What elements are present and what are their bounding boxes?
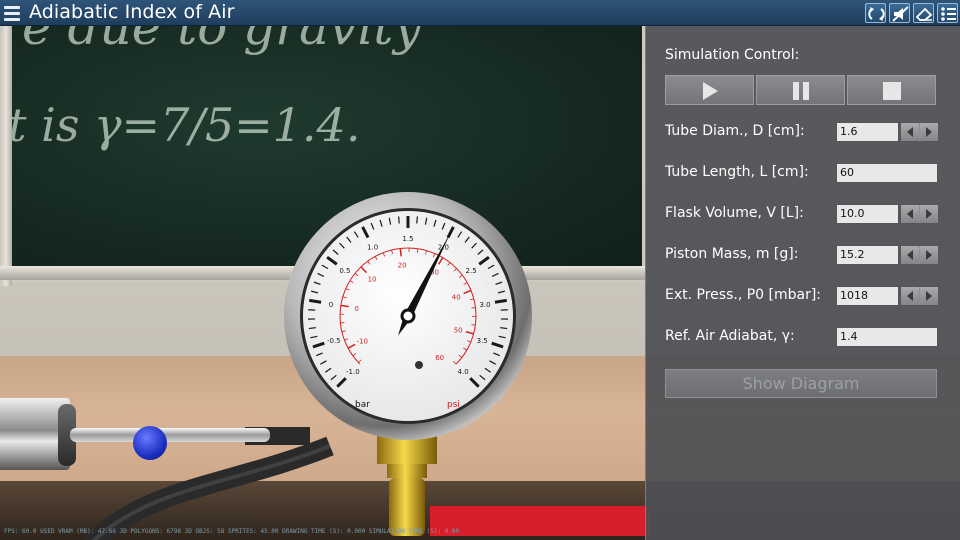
settings-list-icon[interactable] [937, 3, 958, 23]
simulation-control-label: Simulation Control: [665, 47, 800, 63]
psi-tick-label: 10 [368, 275, 377, 283]
gauge-stop-pin [415, 361, 423, 369]
external-pressure-increment[interactable] [920, 287, 938, 305]
reference-adiabat-input[interactable]: 1.4 [836, 327, 938, 347]
gauge-hub [400, 308, 416, 324]
title-bar: Adiabatic Index of Air [0, 0, 960, 26]
chalk-text-line-1: e due to gravity [22, 26, 422, 56]
tube-length-input[interactable]: 60 [836, 163, 938, 183]
play-icon [703, 82, 718, 100]
psi-tick-label: -10 [356, 338, 367, 346]
psi-tick-label: 60 [435, 354, 444, 362]
psi-tick-label: 40 [452, 293, 461, 301]
bar-tick-label: 3.5 [477, 337, 488, 345]
stop-icon [883, 82, 901, 100]
bar-tick [416, 216, 419, 224]
app-title: Adiabatic Index of Air [29, 1, 235, 23]
psi-tick [399, 248, 402, 257]
eraser-icon[interactable] [913, 3, 934, 23]
gauge-brass-fitting [377, 432, 437, 536]
psi-unit-label: psi [447, 400, 460, 410]
piston-mass-label: Piston Mass, m [g]: [665, 246, 799, 262]
control-panel: Simulation Control: Tube Diam., D [cm]: … [645, 26, 960, 540]
external-pressure-spinner [900, 286, 938, 306]
pause-button[interactable] [756, 75, 845, 105]
bar-tick-label: 4.0 [458, 368, 469, 376]
piston-mass-increment[interactable] [920, 246, 938, 264]
play-button[interactable] [665, 75, 754, 105]
tube-diameter-spinner [900, 122, 938, 142]
bar-tick-label: -1.0 [346, 368, 360, 376]
bar-tick [397, 216, 400, 224]
psi-tick-label: 20 [398, 261, 407, 269]
flask-volume-spinner [900, 204, 938, 224]
external-pressure-input[interactable]: 1018 [836, 286, 899, 306]
bar-tick-label: 1.0 [367, 244, 378, 252]
bar-tick-label: 2.5 [466, 267, 477, 275]
bar-tick-label: -0.5 [327, 337, 341, 345]
menu-icon[interactable] [3, 3, 21, 23]
external-pressure-label: Ext. Press., P0 [mbar]: [665, 287, 822, 303]
chalkboard-side [0, 26, 12, 286]
piston-mass-decrement[interactable] [901, 246, 919, 264]
status-bar: FPS: 60.0 USED VRAM (MB): 47.66 3D POLYG… [4, 528, 460, 535]
chalk-text-line-2: t is γ=7/5=1.4. [8, 98, 361, 152]
piston-mass-input[interactable]: 15.2 [836, 245, 899, 265]
external-pressure-decrement[interactable] [901, 287, 919, 305]
flask-volume-input[interactable]: 10.0 [836, 204, 899, 224]
mute-icon[interactable] [889, 3, 910, 23]
tube-diameter-input[interactable]: 1.6 [836, 122, 899, 142]
psi-tick-label: 50 [454, 327, 463, 335]
piston-mass-spinner [900, 245, 938, 265]
glass-tube [70, 428, 270, 442]
psi-tick-label: 0 [354, 305, 358, 313]
tube-length-label: Tube Length, L [cm]: [665, 164, 809, 180]
pressure-gauge: -1.0-0.500.51.01.52.02.53.03.54.0-100102… [283, 191, 533, 441]
bar-tick-label: 0.5 [339, 267, 350, 275]
hose [83, 427, 334, 540]
stop-button[interactable] [847, 75, 936, 105]
bar-unit-label: bar [355, 400, 370, 410]
flask-volume-decrement[interactable] [901, 205, 919, 223]
bar-tick [494, 298, 508, 304]
flask-volume-label: Flask Volume, V [L]: [665, 205, 804, 221]
valve-knob[interactable] [133, 426, 167, 460]
tube-diameter-increment[interactable] [920, 123, 938, 141]
pause-icon [793, 82, 809, 100]
bar-tick-label: 0 [329, 301, 333, 309]
reset-icon[interactable] [865, 3, 886, 23]
show-diagram-button[interactable]: Show Diagram [665, 369, 937, 398]
bar-tick-label: 1.5 [402, 235, 413, 243]
bar-tick-label: 3.0 [479, 301, 490, 309]
tube-diameter-decrement[interactable] [901, 123, 919, 141]
flask-volume-increment[interactable] [920, 205, 938, 223]
psi-tick [471, 324, 476, 326]
bar-tick [308, 298, 322, 304]
reference-adiabat-label: Ref. Air Adiabat, γ: [665, 328, 795, 344]
tube-diameter-label: Tube Diam., D [cm]: [665, 123, 805, 139]
